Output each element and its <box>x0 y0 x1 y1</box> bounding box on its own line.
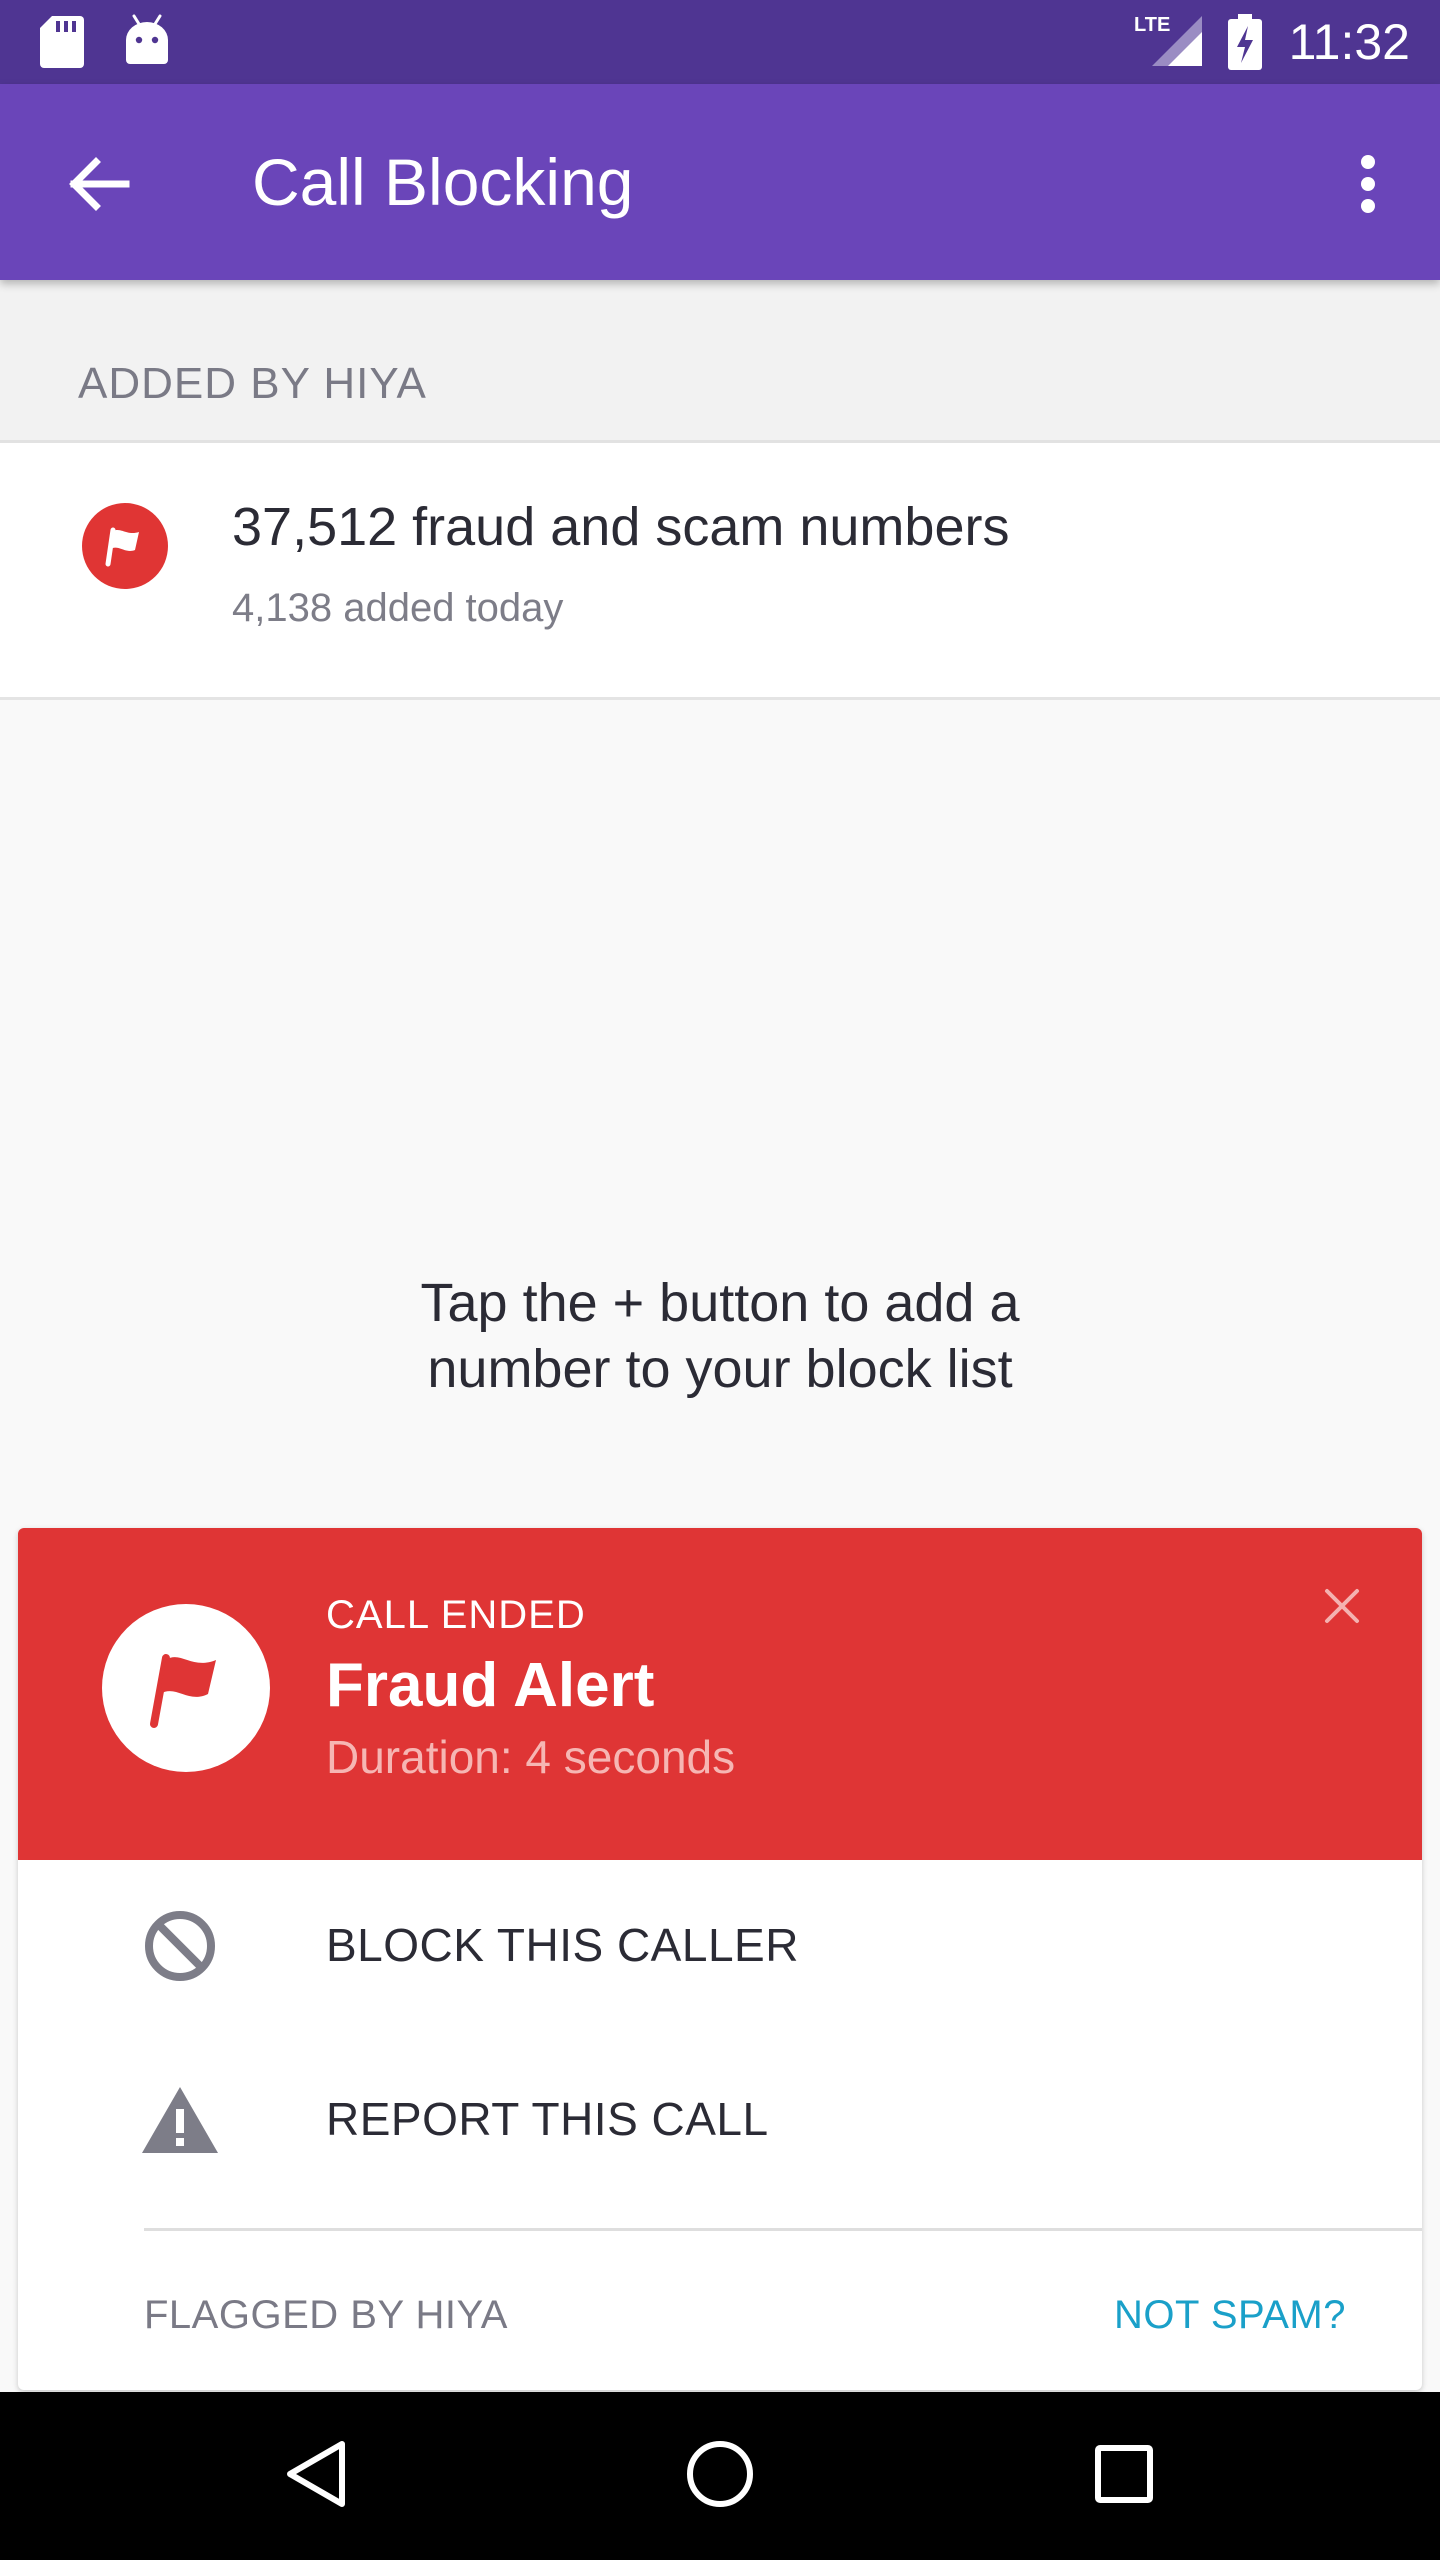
overflow-menu-button[interactable] <box>1326 138 1410 234</box>
close-button[interactable] <box>1302 1568 1382 1648</box>
section-header: ADDED BY HIYA <box>0 280 1440 443</box>
alert-title: Fraud Alert <box>326 1651 655 1720</box>
lte-signal-icon: LTE <box>1134 14 1202 68</box>
back-button[interactable] <box>50 138 146 234</box>
nav-home-button[interactable] <box>660 2416 780 2536</box>
status-bar: LTE 11:32 <box>0 0 1440 84</box>
block-caller-label: BLOCK THIS CALLER <box>326 1919 799 1971</box>
lte-label: LTE <box>1134 14 1171 36</box>
sd-card-icon <box>40 16 84 73</box>
report-call-button[interactable]: REPORT THIS CALL <box>18 2034 1422 2204</box>
report-call-label: REPORT THIS CALL <box>326 2093 769 2145</box>
close-icon <box>1323 1587 1361 1630</box>
blocklist-subtitle: 4,138 added today <box>232 586 564 630</box>
navigation-bar <box>0 2392 1440 2560</box>
android-icon <box>124 14 170 69</box>
alert-duration: Duration: 4 seconds <box>326 1731 736 1783</box>
section-header-label: ADDED BY HIYA <box>78 359 427 408</box>
empty-state-line-1: Tap the + button to add a <box>420 1273 1020 1333</box>
nav-recents-icon <box>1094 2444 1154 2509</box>
block-icon <box>140 1906 220 1986</box>
alert-status: CALL ENDED <box>326 1593 586 1637</box>
battery-charging-icon <box>1228 14 1262 75</box>
flag-icon <box>82 503 168 589</box>
not-spam-link[interactable]: NOT SPAM? <box>1114 2290 1346 2340</box>
nav-recents-button[interactable] <box>1064 2416 1184 2536</box>
app-bar: Call Blocking <box>0 84 1440 280</box>
nav-back-button[interactable] <box>256 2416 376 2536</box>
alert-flag-icon <box>102 1604 270 1772</box>
more-vertical-icon <box>1360 154 1376 219</box>
empty-state-line-2: number to your block list <box>427 1339 1013 1399</box>
empty-state-message: Tap the + button to add a number to your… <box>220 1270 1220 1402</box>
alert-header: CALL ENDED Fraud Alert Duration: 4 secon… <box>18 1528 1422 1860</box>
arrow-left-icon <box>66 156 130 217</box>
hiya-blocklist-row[interactable]: 37,512 fraud and scam numbers 4,138 adde… <box>0 443 1440 700</box>
block-caller-button[interactable]: BLOCK THIS CALLER <box>18 1860 1422 2030</box>
nav-back-icon <box>284 2439 348 2514</box>
warning-icon <box>140 2080 220 2160</box>
nav-home-icon <box>685 2439 755 2514</box>
status-time: 11:32 <box>1288 14 1410 70</box>
flagged-by-label: FLAGGED BY HIYA <box>144 2293 508 2337</box>
divider <box>144 2228 1422 2231</box>
blocklist-title: 37,512 fraud and scam numbers <box>232 497 1010 557</box>
fraud-alert-card: CALL ENDED Fraud Alert Duration: 4 secon… <box>18 1528 1422 2390</box>
page-title: Call Blocking <box>252 145 634 219</box>
